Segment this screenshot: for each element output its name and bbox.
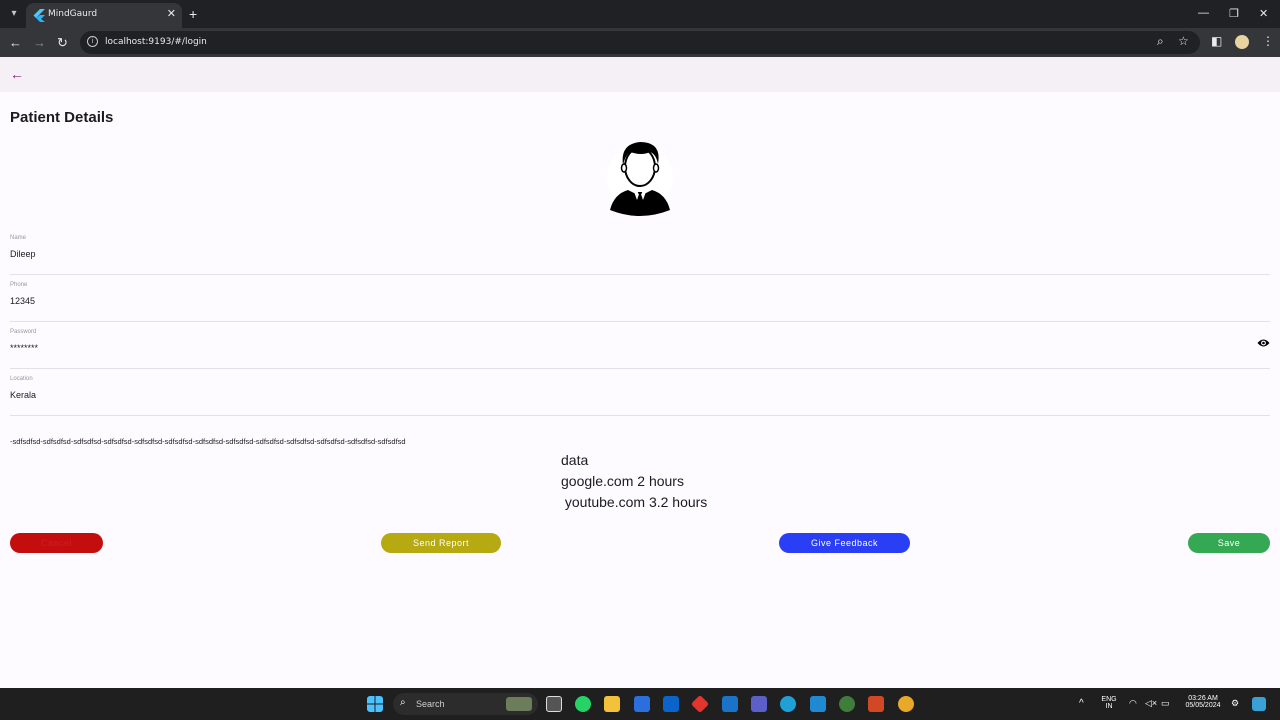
- zoom-icon[interactable]: ⌕: [1157, 34, 1164, 49]
- address-bar[interactable]: i localhost:9193/#/login: [80, 31, 1200, 54]
- password-field[interactable]: Password ********: [10, 329, 1270, 369]
- phone-value[interactable]: 12345: [10, 296, 35, 306]
- clock[interactable]: 03:26 AM 05/05/2024: [1181, 695, 1225, 709]
- browser-tab-strip: ▾ MindGaurd ✕ + — ❐ ✕: [0, 0, 1280, 28]
- tab-close-icon[interactable]: ✕: [167, 7, 176, 20]
- taskbar-search[interactable]: ⌕ Search: [393, 693, 538, 715]
- location-label: Location: [10, 376, 33, 382]
- location-field[interactable]: Location Kerala: [10, 376, 1270, 416]
- flutter-favicon-icon: [33, 9, 45, 22]
- password-label: Password: [10, 329, 37, 335]
- window-close-icon[interactable]: ✕: [1259, 7, 1268, 20]
- location-value[interactable]: Kerala: [10, 390, 36, 400]
- powerpoint-icon[interactable]: [868, 696, 884, 712]
- side-panel-icon[interactable]: ◧: [1211, 34, 1222, 48]
- battery-icon[interactable]: ▭: [1161, 698, 1170, 709]
- back-icon[interactable]: ←: [9, 35, 22, 50]
- url-text: localhost:9193/#/login: [105, 37, 207, 47]
- mail-icon[interactable]: [722, 696, 738, 712]
- hs-app-icon[interactable]: [839, 696, 855, 712]
- windows-taskbar: ⌕ Search ^ ENG IN ◠ ◁× ▭ 03:26 AM 05/05/…: [0, 688, 1280, 720]
- app-bar: ←: [0, 57, 1280, 92]
- reload-icon[interactable]: ↻: [57, 35, 68, 51]
- give-feedback-button[interactable]: Give Feedback: [779, 533, 910, 553]
- chrome-menu-icon[interactable]: ⋮: [1262, 34, 1274, 48]
- date-text: 05/05/2024: [1185, 702, 1221, 709]
- search-label: Search: [416, 699, 445, 709]
- language-indicator[interactable]: ENG IN: [1100, 696, 1118, 710]
- new-tab-icon[interactable]: +: [189, 6, 197, 22]
- task-view-icon[interactable]: [546, 696, 562, 712]
- send-report-button[interactable]: Send Report: [381, 533, 501, 553]
- browser-toolbar: ← → ↻ i localhost:9193/#/login ⌕ ☆ ◧ ⋮: [0, 28, 1280, 57]
- time-text: 03:26 AM: [1188, 695, 1218, 702]
- back-arrow-icon[interactable]: ←: [10, 66, 24, 82]
- vscode-icon[interactable]: [810, 696, 826, 712]
- search-highlight-icon: [506, 697, 532, 711]
- outlook-icon[interactable]: [663, 696, 679, 712]
- settings-gear-icon[interactable]: ⚙: [1231, 698, 1239, 709]
- site-info-icon[interactable]: i: [87, 36, 98, 47]
- avatar: [607, 142, 673, 216]
- profile-avatar[interactable]: [1235, 35, 1249, 49]
- git-icon[interactable]: [690, 694, 710, 714]
- minimize-icon[interactable]: —: [1198, 7, 1209, 19]
- region-code: IN: [1105, 703, 1113, 710]
- microsoft-store-icon[interactable]: [634, 696, 650, 712]
- search-icon: ⌕: [400, 697, 406, 708]
- forward-icon[interactable]: →: [33, 35, 46, 50]
- cancel-button[interactable]: Cancel: [10, 533, 103, 553]
- name-field[interactable]: Name Dileep: [10, 235, 1270, 275]
- teams-icon[interactable]: [751, 696, 767, 712]
- chrome-icon[interactable]: [898, 696, 914, 712]
- tab-search-icon[interactable]: ▾: [6, 6, 22, 22]
- name-label: Name: [10, 235, 27, 241]
- password-value[interactable]: ********: [10, 343, 38, 353]
- volume-muted-icon[interactable]: ◁×: [1145, 698, 1157, 709]
- windows-start-icon[interactable]: [367, 696, 383, 712]
- tray-chevron-icon[interactable]: ^: [1079, 698, 1084, 709]
- eye-icon[interactable]: [1257, 338, 1270, 348]
- usage-data-text: data google.com 2 hours youtube.com 3.2 …: [561, 452, 708, 510]
- browser-tab[interactable]: MindGaurd ✕: [26, 3, 182, 28]
- wifi-icon[interactable]: ◠: [1129, 698, 1137, 709]
- bookmark-star-icon[interactable]: ☆: [1178, 34, 1189, 48]
- restore-icon[interactable]: ❐: [1229, 7, 1239, 20]
- edge-icon[interactable]: [780, 696, 796, 712]
- tab-title: MindGaurd: [48, 9, 98, 19]
- name-value[interactable]: Dileep: [10, 249, 36, 259]
- notes-text: -sdfsdfsd-sdfsdfsd-sdfsdfsd-sdfsdfsd-sdf…: [10, 437, 406, 446]
- language-code: ENG: [1101, 696, 1117, 703]
- page-title: Patient Details: [10, 109, 114, 126]
- file-explorer-icon[interactable]: [604, 696, 620, 712]
- phone-label: Phone: [10, 282, 28, 288]
- save-button[interactable]: Save: [1188, 533, 1270, 553]
- whatsapp-icon[interactable]: [575, 696, 591, 712]
- copilot-icon[interactable]: [1252, 697, 1266, 711]
- phone-field[interactable]: Phone 12345: [10, 282, 1270, 322]
